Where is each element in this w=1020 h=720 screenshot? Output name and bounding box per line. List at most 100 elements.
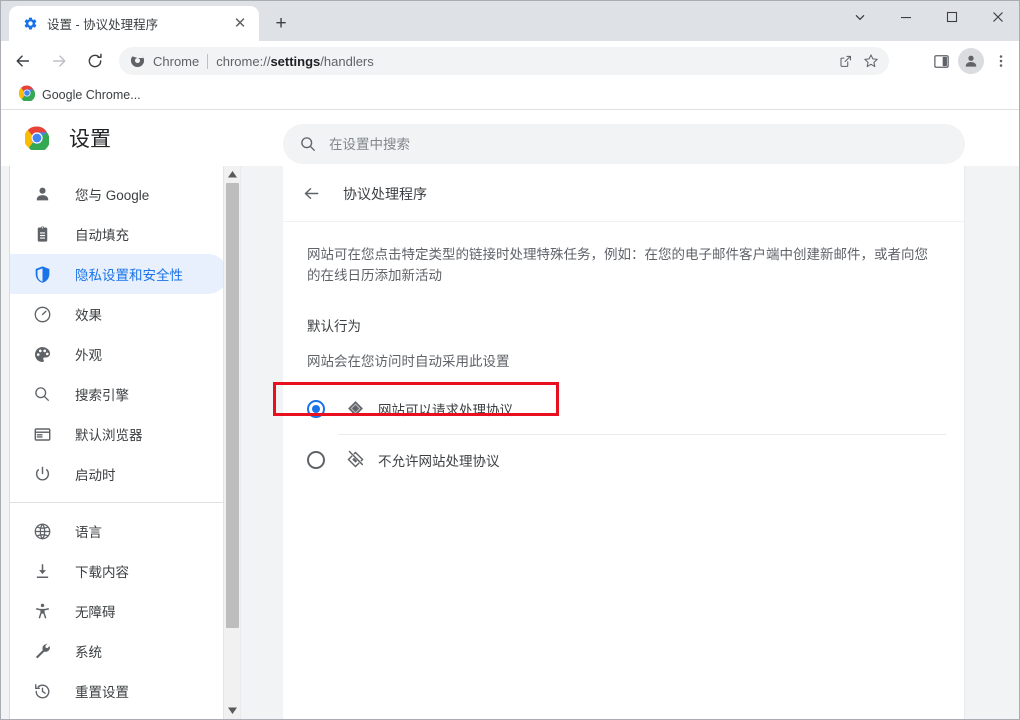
gear-icon — [22, 16, 38, 32]
wrench-icon — [32, 641, 52, 661]
sidebar-item-globe[interactable]: 语言 — [10, 511, 228, 551]
sidebar-item-history-restore[interactable]: 重置设置 — [10, 671, 228, 711]
sidebar-group-primary: 您与 Google 自动填充隐私设置和安全性 效果外观搜索引擎默认浏览器启动时 — [10, 166, 240, 494]
settings-main-card: 协议处理程序 网站可在您点击特定类型的链接时处理特殊任务，例如：在您的电子邮件客… — [273, 166, 965, 719]
sidebar-item-wrench[interactable]: 系统 — [10, 631, 228, 671]
sidebar-item-shield[interactable]: 隐私设置和安全性 — [10, 254, 228, 294]
accessibility-icon — [32, 601, 52, 621]
sidebar-item-palette[interactable]: 外观 — [10, 334, 228, 374]
omnibox-url: chrome://settings/handlers — [216, 54, 374, 69]
default-behavior-sublabel: 网站会在您访问时自动采用此设置 — [307, 353, 510, 369]
sidebar-item-label: 自动填充 — [75, 228, 129, 243]
forward-button[interactable] — [45, 47, 73, 75]
window-controls — [837, 1, 1019, 33]
speedometer-icon — [32, 304, 52, 324]
back-button[interactable] — [9, 47, 37, 75]
sidebar-item-label: 默认浏览器 — [75, 428, 143, 443]
sidebar-item-search[interactable]: 搜索引擎 — [10, 374, 228, 414]
sidebar-item-label: 外观 — [75, 348, 102, 363]
protocol-handler-blocked-icon — [345, 450, 365, 470]
power-icon — [32, 464, 52, 484]
sidebar-item-label: 启动时 — [75, 468, 116, 483]
sidebar-item-label: 您与 Google — [75, 188, 150, 203]
radio-indicator[interactable] — [307, 399, 325, 418]
omnibox-chip-label: Chrome — [153, 53, 200, 69]
sidebar-item-download[interactable]: 下载内容 — [10, 551, 228, 591]
sidebar-item-clipboard[interactable]: 自动填充 — [10, 214, 228, 254]
radio-option-block[interactable]: 不允许网站处理协议 — [283, 435, 964, 485]
default-behavior-label: 默认行为 — [307, 318, 361, 334]
close-icon[interactable]: ✕ — [230, 14, 250, 34]
chevron-down-icon[interactable] — [837, 1, 883, 33]
sidebar-item-label: 效果 — [75, 308, 102, 323]
radio-option-label: 不允许网站处理协议 — [378, 453, 500, 469]
arrow-left-icon[interactable] — [297, 180, 325, 208]
star-icon[interactable] — [859, 49, 883, 73]
close-icon[interactable] — [975, 1, 1019, 33]
sidebar-item-label: 下载内容 — [75, 565, 129, 580]
address-bar[interactable]: Chrome chrome://settings/handlers — [119, 47, 889, 75]
chrome-icon — [18, 85, 36, 106]
toolbar-right-actions — [927, 47, 1015, 75]
tab-strip: 设置 - 协议处理程序 ✕ + — [1, 1, 1019, 41]
subpage-description: 网站可在您点击特定类型的链接时处理特殊任务，例如：在您的电子邮件客户端中创建新邮… — [307, 247, 928, 283]
new-tab-button[interactable]: + — [267, 9, 295, 37]
maximize-icon[interactable] — [929, 1, 975, 33]
reload-button[interactable] — [81, 47, 109, 75]
sidebar-item-speedometer[interactable]: 效果 — [10, 294, 228, 334]
bookmark-label: Google Chrome... — [42, 88, 141, 102]
settings-header: 设置 — [1, 110, 1019, 166]
search-icon — [32, 384, 52, 404]
chrome-icon — [130, 53, 146, 69]
sidebar-item-browser-window[interactable]: 默认浏览器 — [10, 414, 228, 454]
browser-toolbar: Chrome chrome://settings/handlers — [1, 41, 1019, 81]
settings-body: 您与 Google 自动填充隐私设置和安全性 效果外观搜索引擎默认浏览器启动时 语言… — [1, 166, 1019, 719]
globe-icon — [32, 521, 52, 541]
settings-page: 设置 您与 Google 自动填充隐私设置和安全性效果外观搜索引擎默认浏览器启动时… — [1, 110, 1019, 719]
scroll-down-arrow-icon[interactable] — [224, 702, 240, 719]
sidebar-group-secondary: 语言下载内容无障碍系统重置设置 — [10, 503, 240, 711]
sidebar-item-accessibility[interactable]: 无障碍 — [10, 591, 228, 631]
sidebar-item-person[interactable]: 您与 Google — [10, 174, 228, 214]
browser-window: 设置 - 协议处理程序 ✕ + Chrome chrome://settings… — [0, 0, 1020, 720]
bookmark-item[interactable]: Google Chrome... — [13, 84, 147, 106]
browser-tab[interactable]: 设置 - 协议处理程序 ✕ — [9, 6, 259, 41]
avatar[interactable] — [958, 48, 984, 74]
clipboard-icon — [32, 224, 52, 244]
side-panel-icon[interactable] — [927, 47, 955, 75]
radio-indicator[interactable] — [307, 450, 325, 469]
minimize-icon[interactable] — [883, 1, 929, 33]
tab-title: 设置 - 协议处理程序 — [47, 18, 159, 32]
search-input[interactable] — [329, 132, 965, 156]
sidebar-item-power[interactable]: 启动时 — [10, 454, 228, 494]
search-icon — [299, 135, 317, 153]
sidebar-item-label: 隐私设置和安全性 — [75, 268, 183, 283]
radio-group: 网站可以请求处理协议 不允许网站处理协议 — [273, 381, 964, 485]
sidebar-scrollbar[interactable] — [223, 166, 240, 719]
radio-option-allow[interactable]: 网站可以请求处理协议 — [273, 381, 964, 434]
scrollbar-thumb[interactable] — [226, 183, 239, 628]
omnibox-separator — [207, 53, 209, 69]
person-icon — [32, 184, 52, 204]
chrome-logo-icon — [23, 126, 50, 153]
scroll-up-arrow-icon[interactable] — [224, 166, 240, 183]
browser-window-icon — [32, 424, 52, 444]
omnibox-actions — [833, 49, 883, 73]
sidebar-item-label: 系统 — [75, 645, 102, 660]
settings-search-box[interactable] — [283, 124, 965, 164]
three-dot-menu-icon[interactable] — [987, 47, 1015, 75]
subpage-title: 协议处理程序 — [343, 185, 427, 202]
sidebar-item-label: 语言 — [75, 525, 102, 540]
history-restore-icon — [32, 681, 52, 701]
download-icon — [32, 561, 52, 581]
sidebar-item-label: 搜索引擎 — [75, 388, 129, 403]
protocol-handler-icon — [345, 399, 365, 419]
sidebar-item-label: 重置设置 — [75, 685, 129, 700]
shield-icon — [32, 264, 52, 284]
subpage-header: 协议处理程序 — [283, 166, 964, 222]
settings-sidebar: 您与 Google 自动填充隐私设置和安全性 效果外观搜索引擎默认浏览器启动时 语言… — [9, 166, 241, 719]
share-icon[interactable] — [833, 49, 857, 73]
palette-icon — [32, 344, 52, 364]
url-suffix: /handlers — [320, 53, 374, 69]
url-bold: settings — [270, 53, 321, 69]
